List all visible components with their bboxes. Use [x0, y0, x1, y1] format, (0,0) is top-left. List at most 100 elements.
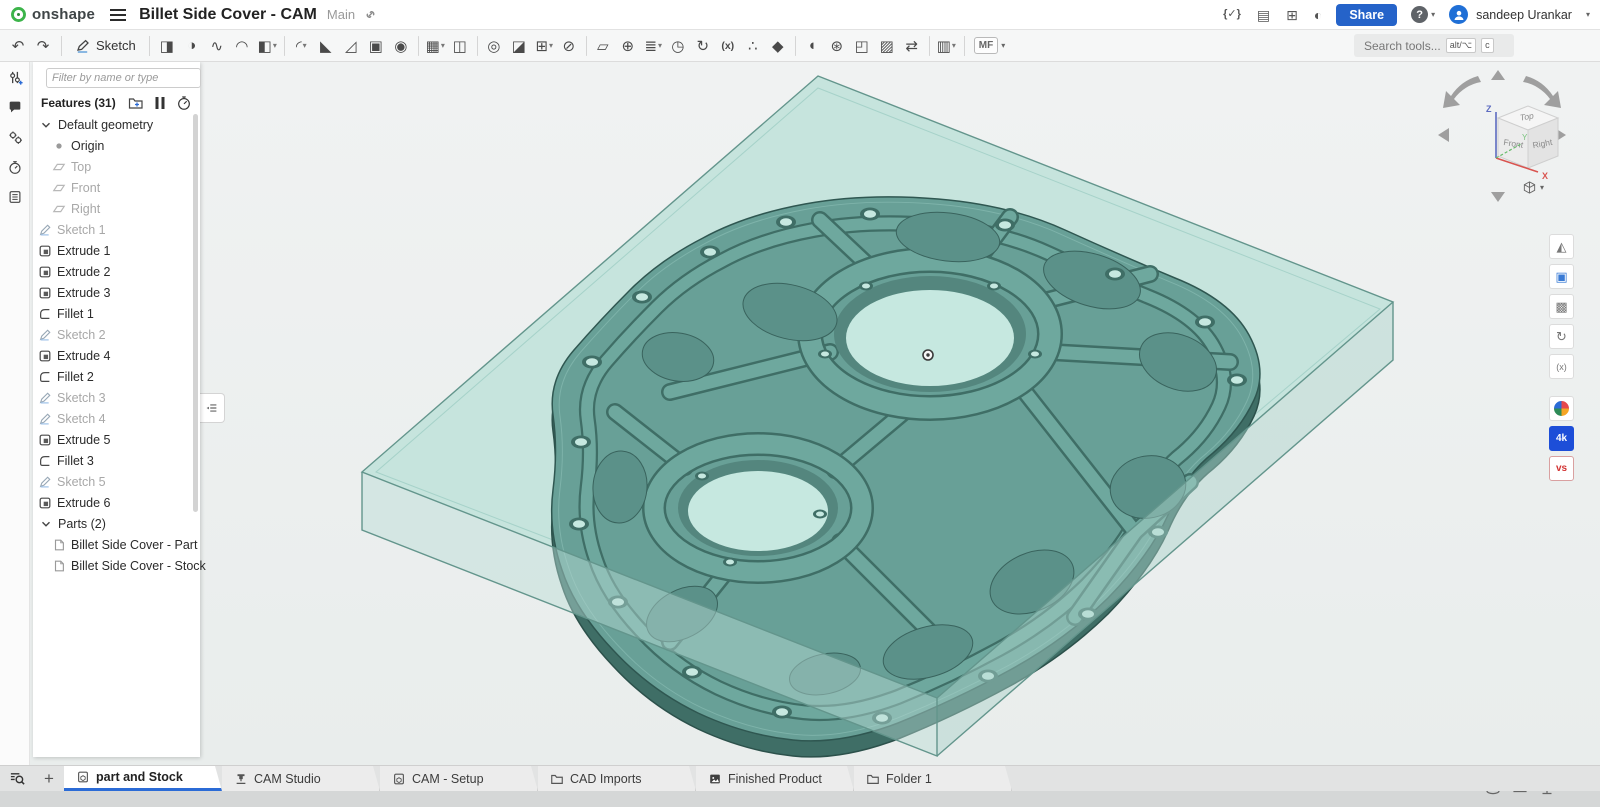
configurations-panel-button[interactable]	[0, 62, 30, 92]
search-tools-input[interactable]: Search tools... alt/⌥ c	[1354, 34, 1514, 57]
tree-item-sketch-3[interactable]: Sketch 3	[33, 387, 200, 408]
chamfer-button[interactable]: ◣	[314, 34, 339, 58]
delete-part-button[interactable]: ⊘	[557, 34, 582, 58]
origin-marker[interactable]	[923, 350, 933, 360]
tree-item-origin[interactable]: Origin	[33, 135, 200, 156]
helix-button[interactable]: ◷	[666, 34, 691, 58]
sketch-button[interactable]: Sketch	[67, 36, 144, 56]
copy-part-button[interactable]: ▨	[875, 34, 900, 58]
tree-scrollbar[interactable]	[193, 114, 198, 512]
machine-app-button[interactable]: ▩	[1549, 294, 1574, 319]
integrations-panel-button[interactable]	[0, 122, 30, 152]
tree-item-sketch-5[interactable]: Sketch 5	[33, 471, 200, 492]
branch-label[interactable]: Main	[327, 7, 355, 22]
3d-scene[interactable]	[30, 62, 1600, 765]
app-store-icon[interactable]: ⊞	[1286, 8, 1298, 22]
redo-button[interactable]: ↷	[31, 34, 56, 58]
custom-tables-panel-button[interactable]	[0, 182, 30, 212]
tab-finished-product[interactable]: Finished Product	[696, 766, 854, 791]
linear-pattern-button[interactable]: ▦▾	[423, 34, 448, 58]
tag-button[interactable]: ◆	[766, 34, 791, 58]
user-name[interactable]: sandeep Urankar	[1476, 8, 1572, 22]
add-tab-button[interactable]: +	[34, 766, 64, 791]
tree-item-right-plane[interactable]: Right	[33, 198, 200, 219]
history-panel-button[interactable]	[0, 152, 30, 182]
tree-item-sketch-1[interactable]: Sketch 1	[33, 219, 200, 240]
tab-cam-setup[interactable]: CAM - Setup	[380, 766, 538, 791]
variable-button[interactable]: (x)	[716, 34, 741, 58]
simulation-app-button[interactable]: ↻	[1549, 324, 1574, 349]
replicate-button[interactable]: ⇄	[900, 34, 925, 58]
comments-panel-button[interactable]	[0, 92, 30, 122]
script-app-button[interactable]: (x)	[1549, 354, 1574, 379]
undo-button[interactable]: ↶	[6, 34, 31, 58]
publish-button[interactable]: ◖	[800, 34, 825, 58]
boolean-button[interactable]: ◎	[482, 34, 507, 58]
tab-part-and-stock[interactable]: part and Stock	[64, 766, 222, 791]
draft-button[interactable]: ◿	[339, 34, 364, 58]
tree-item-fillet-1[interactable]: Fillet 1	[33, 303, 200, 324]
tree-item-fillet-3[interactable]: Fillet 3	[33, 450, 200, 471]
graphics-viewport[interactable]: Top Front Right Z X Y ▾	[30, 62, 1600, 765]
pause-rollback-icon[interactable]	[154, 96, 166, 110]
thicken-button[interactable]: ◧▾	[255, 34, 280, 58]
filter-input[interactable]	[46, 68, 201, 88]
view-cube-body[interactable]: Top Front Right	[1498, 106, 1558, 168]
release-notes-icon[interactable]: ▤	[1257, 8, 1270, 22]
shell-button[interactable]: ▣	[364, 34, 389, 58]
help-menu[interactable]: ? ▾	[1411, 6, 1435, 23]
configurations-button[interactable]: ∴	[741, 34, 766, 58]
tree-item-extrude-2[interactable]: Extrude 2	[33, 261, 200, 282]
tree-group-default-geometry[interactable]: Default geometry	[33, 114, 200, 135]
extrude-button[interactable]: ◨	[155, 34, 180, 58]
view-cube[interactable]: Top Front Right Z X Y	[1432, 66, 1572, 211]
export-rule-button[interactable]: ◰	[850, 34, 875, 58]
render-app-button[interactable]: ▣	[1549, 264, 1574, 289]
custom-feature-button[interactable]: ▥▾	[934, 34, 959, 58]
tree-item-extrude-1[interactable]: Extrude 1	[33, 240, 200, 261]
tab-cad-imports[interactable]: CAD Imports	[538, 766, 696, 791]
point-button[interactable]: ⊕	[616, 34, 641, 58]
4k-app-button[interactable]: 4k	[1549, 426, 1574, 451]
split-button[interactable]: ◪	[507, 34, 532, 58]
transform-button[interactable]: ⊞▾	[532, 34, 557, 58]
vs-app-button[interactable]: vs	[1549, 456, 1574, 481]
tree-item-billet-side-cover-stock[interactable]: Billet Side Cover - Stock	[33, 555, 200, 576]
fillet-button[interactable]: ◜▾	[289, 34, 314, 58]
loft-button[interactable]: ◠	[230, 34, 255, 58]
billet-side-cover-part[interactable]	[552, 197, 1260, 757]
tree-group-parts[interactable]: Parts (2)	[33, 513, 200, 534]
tree-item-extrude-5[interactable]: Extrude 5	[33, 429, 200, 450]
create-folder-icon[interactable]	[128, 95, 144, 111]
theme-toggle-icon[interactable]: ◐	[1314, 8, 1322, 22]
tab-search-button[interactable]	[0, 766, 34, 791]
tree-item-extrude-6[interactable]: Extrude 6	[33, 492, 200, 513]
tree-item-front-plane[interactable]: Front	[33, 177, 200, 198]
user-menu-caret-icon[interactable]: ▾	[1586, 10, 1590, 19]
mate-connector-button[interactable]: ≣▾	[641, 34, 666, 58]
avatar[interactable]	[1449, 5, 1468, 24]
view-options-button[interactable]: ▾	[1522, 180, 1544, 195]
main-menu-icon[interactable]	[109, 8, 127, 22]
derived-button[interactable]: ⊛	[825, 34, 850, 58]
tree-item-top-plane[interactable]: Top	[33, 156, 200, 177]
tab-folder-1[interactable]: Folder 1	[854, 766, 1012, 791]
appearance-app-button[interactable]: ◭	[1549, 234, 1574, 259]
help-icon[interactable]: ?	[1411, 6, 1428, 23]
regen-time-icon[interactable]	[176, 95, 192, 111]
sweep-button[interactable]: ∿	[205, 34, 230, 58]
tree-item-sketch-4[interactable]: Sketch 4	[33, 408, 200, 429]
revolve-button[interactable]: ◑	[180, 34, 205, 58]
tree-item-extrude-3[interactable]: Extrude 3	[33, 282, 200, 303]
tree-item-billet-side-cover-part[interactable]: Billet Side Cover - Part	[33, 534, 200, 555]
tree-item-extrude-4[interactable]: Extrude 4	[33, 345, 200, 366]
document-title[interactable]: Billet Side Cover - CAM	[139, 6, 317, 24]
share-button[interactable]: Share	[1336, 4, 1397, 26]
color-wheel-app-button[interactable]	[1549, 396, 1574, 421]
tree-item-fillet-2[interactable]: Fillet 2	[33, 366, 200, 387]
mirror-button[interactable]: ◫	[448, 34, 473, 58]
hole-button[interactable]: ◉	[389, 34, 414, 58]
tree-item-sketch-2[interactable]: Sketch 2	[33, 324, 200, 345]
panel-collapse-handle[interactable]	[200, 393, 225, 423]
featurescript-notices-icon[interactable]: {✓}	[1223, 9, 1241, 20]
